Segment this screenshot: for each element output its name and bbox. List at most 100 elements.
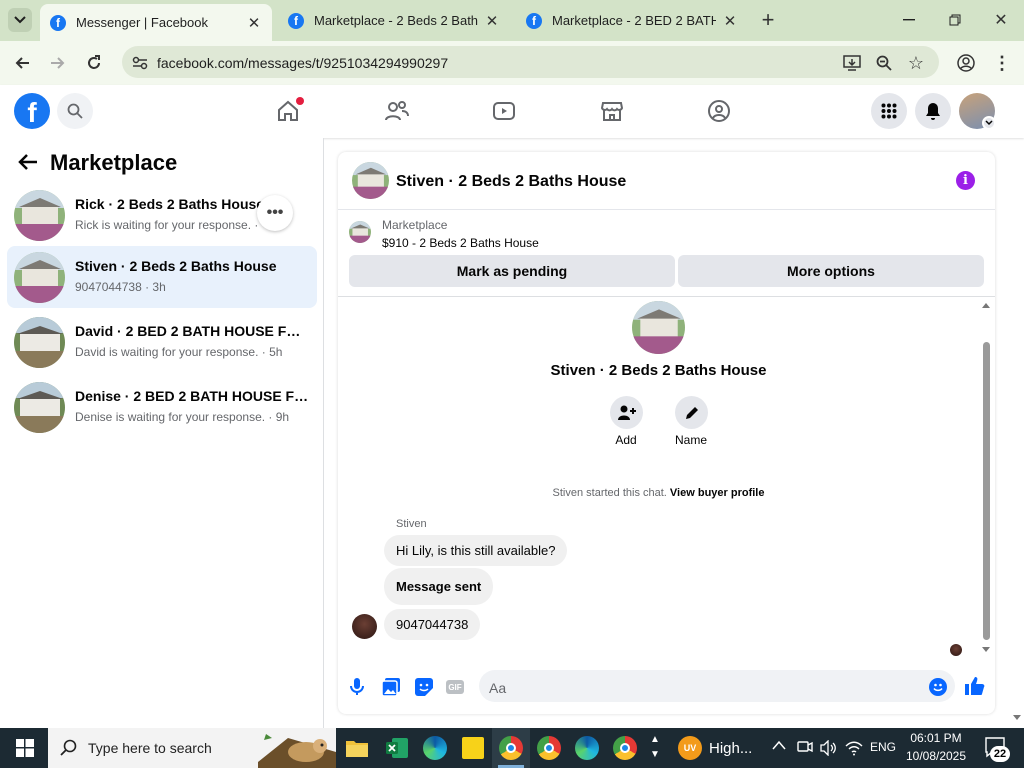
back-icon[interactable]: [10, 51, 34, 75]
message-bubble[interactable]: Message sent: [384, 568, 494, 605]
groups-icon[interactable]: [707, 99, 731, 123]
view-buyer-profile-link[interactable]: View buyer profile: [670, 487, 765, 499]
windows-start-icon[interactable]: [5, 728, 45, 768]
facebook-logo-icon[interactable]: f: [14, 93, 50, 129]
install-app-icon[interactable]: [840, 51, 864, 75]
menu-grid-icon[interactable]: [871, 93, 907, 129]
new-tab-icon[interactable]: +: [756, 7, 780, 32]
chat-header-name[interactable]: Stiven · 2 Beds 2 Baths House: [396, 173, 626, 191]
edge-icon[interactable]: [416, 728, 454, 768]
back-arrow-icon[interactable]: [18, 153, 38, 171]
scroll-down-arrow[interactable]: [981, 646, 991, 656]
site-info-icon[interactable]: [128, 51, 152, 75]
clock-date[interactable]: 10/08/2025: [900, 749, 972, 763]
close-tab-icon[interactable]: ✕: [722, 12, 738, 30]
language-indicator[interactable]: ENG: [870, 740, 896, 754]
sender-label: Stiven: [396, 518, 427, 530]
notifications-bell-icon[interactable]: [915, 93, 951, 129]
tab-marketplace-2[interactable]: f Marketplace - 2 BED 2 BATH HO ✕: [516, 0, 748, 41]
zoom-icon[interactable]: [872, 51, 896, 75]
microphone-icon[interactable]: [350, 678, 364, 696]
page-scroll-down-arrow[interactable]: [1012, 714, 1022, 722]
edit-pencil-icon[interactable]: [675, 396, 708, 429]
thumbs-up-icon[interactable]: [965, 676, 985, 696]
conversation-item-david[interactable]: David · 2 BED 2 BATH HOUSE FOR ... David…: [7, 311, 317, 373]
message-bubble[interactable]: 9047044738: [384, 609, 481, 640]
listing-thumbnail: [14, 252, 65, 303]
sticker-icon[interactable]: [415, 678, 433, 696]
weather-text[interactable]: High...: [709, 740, 752, 757]
notification-dot: [296, 97, 304, 105]
chat-header-avatar[interactable]: [352, 162, 389, 199]
gif-icon[interactable]: GIF: [446, 680, 464, 694]
weather-icon[interactable]: UV: [678, 736, 702, 760]
chat-panel: Stiven · 2 Beds 2 Baths House i Marketpl…: [338, 152, 995, 714]
video-icon[interactable]: [492, 99, 516, 123]
conversation-item-stiven[interactable]: Stiven · 2 Beds 2 Baths House 9047044738…: [7, 246, 317, 308]
edge-profile-icon[interactable]: [568, 728, 606, 768]
conversation-name: Denise · 2 BED 2 BATH HOUSE FO...: [75, 388, 311, 404]
close-tab-icon[interactable]: ✕: [484, 12, 500, 30]
conversation-info-icon[interactable]: i: [956, 171, 975, 190]
message-bubble[interactable]: Hi Lily, is this still available?: [384, 535, 568, 566]
add-person-icon[interactable]: [610, 396, 643, 429]
listing-label: Marketplace: [382, 218, 448, 232]
conversation-preview: David is waiting for your response. · 5h: [75, 345, 283, 359]
chrome-icon[interactable]: [530, 728, 568, 768]
scroll-up-arrow[interactable]: [981, 301, 991, 311]
chrome-icon-active[interactable]: [492, 728, 530, 768]
browser-menu-icon[interactable]: ⋮: [990, 51, 1014, 75]
sticky-notes-icon[interactable]: [454, 728, 492, 768]
meet-now-icon[interactable]: [797, 740, 813, 754]
listing-title[interactable]: $910 - 2 Beds 2 Baths House: [382, 236, 539, 250]
excel-icon[interactable]: [378, 728, 416, 768]
profile-icon[interactable]: [954, 51, 978, 75]
search-icon[interactable]: [57, 93, 93, 129]
wifi-icon[interactable]: [845, 740, 863, 756]
emoji-icon[interactable]: [929, 678, 947, 696]
restore-icon[interactable]: [943, 8, 967, 32]
reload-icon[interactable]: [82, 51, 106, 75]
message-input[interactable]: [479, 670, 955, 702]
photo-icon[interactable]: [382, 678, 400, 696]
tab-marketplace-1[interactable]: f Marketplace - 2 Beds 2 Baths H ✕: [278, 0, 510, 41]
more-options-button[interactable]: More options: [678, 255, 984, 287]
volume-icon[interactable]: [820, 740, 836, 756]
taskbar-search-box[interactable]: Type here to search: [48, 728, 336, 768]
show-hidden-icons-icon[interactable]: [772, 740, 786, 750]
tab-search-icon[interactable]: [8, 8, 32, 32]
clock-time[interactable]: 06:01 PM: [900, 731, 972, 745]
taskbar-scroll-arrows[interactable]: ▲ ▼: [650, 732, 660, 762]
chrome-profile-icon[interactable]: [606, 728, 644, 768]
file-explorer-icon[interactable]: [338, 728, 376, 768]
listing-thumbnail[interactable]: [349, 221, 371, 243]
taskbar-search-placeholder: Type here to search: [88, 740, 212, 756]
url-text: facebook.com/messages/t/9251034294990297: [157, 55, 449, 71]
profile-avatar[interactable]: [632, 301, 685, 354]
conversation-item-rick[interactable]: Rick · 2 Beds 2 Baths House Rick is wait…: [7, 184, 317, 246]
sidebar-title: Marketplace: [50, 150, 178, 175]
forward-icon[interactable]: [46, 51, 70, 75]
scrollbar-thumb[interactable]: [983, 342, 990, 640]
conversation-item-denise[interactable]: Denise · 2 BED 2 BATH HOUSE FO... Denise…: [7, 376, 317, 438]
friends-icon[interactable]: [384, 99, 410, 123]
close-window-icon[interactable]: ✕: [989, 8, 1013, 32]
conversation-sidebar: Marketplace Rick · 2 Beds 2 Baths House …: [0, 138, 324, 728]
more-options-icon[interactable]: •••: [257, 195, 293, 231]
close-tab-icon[interactable]: ✕: [246, 14, 262, 32]
profile-name: Stiven · 2 Beds 2 Baths House: [550, 362, 767, 379]
bookmark-star-icon[interactable]: ☆: [904, 51, 928, 75]
tab-messenger[interactable]: f Messenger | Facebook ✕: [40, 4, 272, 41]
minimize-icon[interactable]: [897, 8, 921, 32]
windows-taskbar: Type here to search ▲ ▼ UV High... ENG 0…: [0, 728, 1024, 768]
mark-as-pending-button[interactable]: Mark as pending: [349, 255, 675, 287]
listing-thumbnail: [14, 317, 65, 368]
conversation-preview: Denise is waiting for your response. · 9…: [75, 410, 290, 424]
conversation-preview: Rick is waiting for your response. · 3h: [75, 218, 261, 232]
header-divider: [338, 209, 995, 210]
home-icon[interactable]: [276, 97, 304, 123]
marketplace-icon[interactable]: [600, 99, 624, 123]
conversation-preview: 9047044738 · 3h: [75, 280, 166, 294]
account-chevron-icon[interactable]: [982, 116, 996, 130]
tab-title: Marketplace - 2 Beds 2 Baths H: [314, 13, 478, 28]
